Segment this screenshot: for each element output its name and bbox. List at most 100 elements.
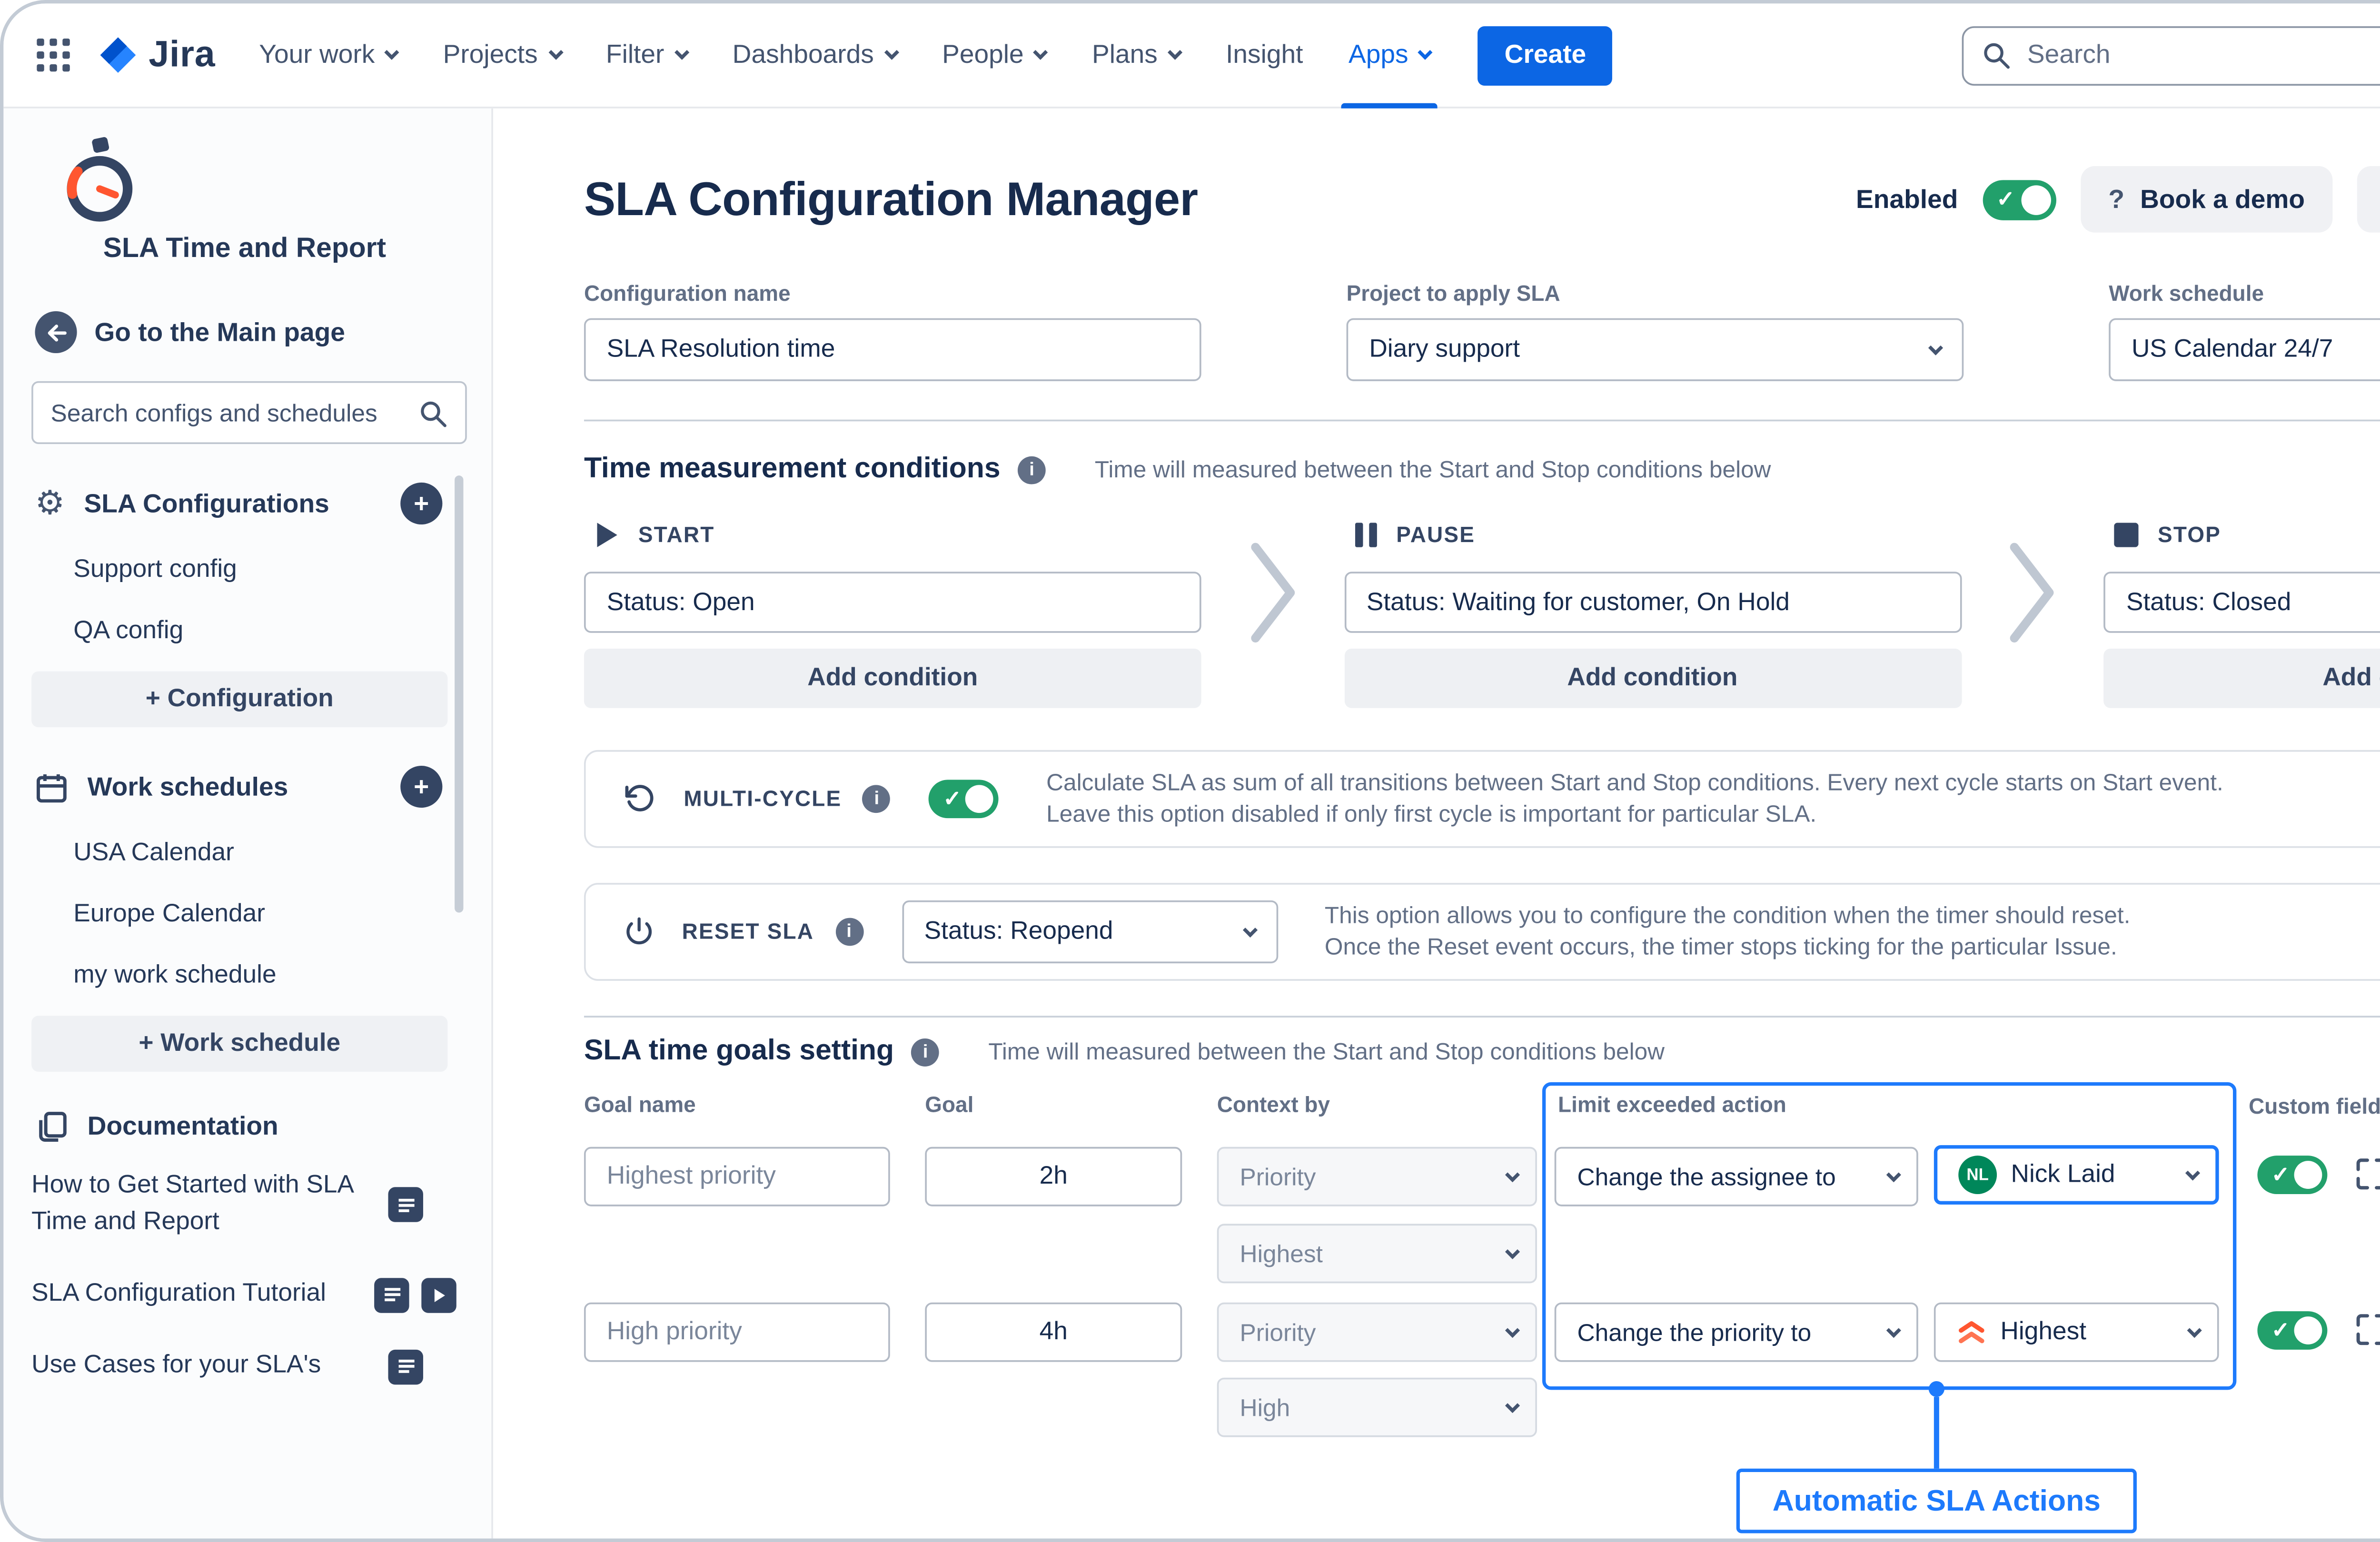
stop-add-condition-button[interactable]: Add condition — [2103, 649, 2380, 708]
context-value-select[interactable]: High — [1217, 1378, 1537, 1437]
create-button[interactable]: Create — [1478, 25, 1613, 85]
stop-condition-value[interactable]: Status: Closed — [2103, 572, 2380, 633]
limit-action-select[interactable]: Change the priority to — [1555, 1303, 1918, 1362]
chevron-down-icon — [2187, 1322, 2202, 1337]
multi-cycle-toggle[interactable]: ✓ — [929, 780, 999, 818]
assignee-value-select[interactable]: NL Nick Laid — [1934, 1145, 2219, 1205]
app-window: Jira Your work Projects Filter Dashboard… — [0, 0, 2380, 1542]
app-logo: SLA Time and Report — [31, 137, 467, 284]
work-schedule-select[interactable]: US Calendar 24/7 — [2109, 318, 2380, 381]
info-icon[interactable]: i — [863, 785, 891, 813]
nav-item-dashboards[interactable]: Dashboards — [710, 3, 919, 108]
app-switcher-icon[interactable] — [35, 37, 71, 73]
reset-condition-select[interactable]: Status: Reopend — [902, 900, 1278, 963]
info-icon[interactable]: i — [912, 1038, 940, 1066]
goals-helper: Time will measured between the Start and… — [988, 1038, 1665, 1065]
goal-name-input[interactable] — [584, 1303, 890, 1362]
setup-wizard-button[interactable]: Setup Wizard — [2357, 166, 2380, 233]
info-icon[interactable]: i — [835, 918, 863, 946]
jira-logo-text: Jira — [149, 34, 215, 76]
nav-item-people[interactable]: People — [919, 3, 1069, 108]
context-value-select[interactable]: Highest — [1217, 1224, 1537, 1283]
context-by-select[interactable]: Priority — [1217, 1147, 1537, 1206]
goal-input[interactable] — [925, 1147, 1182, 1206]
chevron-down-icon — [1242, 922, 1257, 937]
config-item-qa[interactable]: QA config — [31, 600, 467, 661]
configuration-add-pill-button[interactable]: + Configuration — [31, 672, 447, 728]
limit-action-header: Limit exceeded action — [1558, 1093, 1786, 1117]
time-conditions-columns: START Status: Open Add condition PAUSE — [584, 517, 2380, 708]
gear-icon: ⚙ — [35, 487, 65, 520]
jira-topbar: Jira Your work Projects Filter Dashboard… — [3, 3, 2380, 108]
nav-item-insight[interactable]: Insight — [1203, 3, 1326, 108]
nav-item-projects[interactable]: Projects — [420, 3, 583, 108]
doc-item-get-started[interactable]: How to Get Started with SLA Time and Rep… — [31, 1150, 467, 1259]
sla-configurations-header: ⚙ SLA Configurations + — [31, 483, 467, 524]
context-by-select[interactable]: Priority — [1217, 1303, 1537, 1362]
chevron-down-icon — [548, 45, 563, 60]
sidebar-scrollbar[interactable] — [455, 475, 463, 912]
chevron-down-icon — [884, 45, 899, 60]
chevron-down-icon — [1886, 1166, 1901, 1181]
custom-field-toggle[interactable]: ✓ — [2257, 1156, 2327, 1194]
expand-button[interactable] — [2353, 1311, 2380, 1348]
pause-icon — [1354, 521, 1377, 549]
goal-name-input[interactable] — [584, 1147, 890, 1206]
search-input[interactable] — [2027, 40, 2380, 69]
topbar-right: 9+ ? ⚙ — [1963, 25, 2380, 85]
automatic-sla-actions-callout: Automatic SLA Actions — [1736, 1469, 2137, 1533]
expand-button[interactable] — [2353, 1156, 2380, 1192]
fullscreen-icon — [2353, 1311, 2380, 1348]
schedule-item-europe[interactable]: Europe Calendar — [31, 883, 467, 944]
info-icon[interactable]: i — [1018, 455, 1046, 484]
multi-cycle-row: MULTI-CYCLE i ✓ Calculate SLA as sum of … — [584, 750, 2380, 848]
enabled-toggle[interactable]: ✓ — [1983, 179, 2056, 219]
main-content: SLA Configuration Manager Enabled ✓ ? Bo… — [493, 109, 2380, 1539]
flow-gap — [1961, 517, 2103, 708]
pause-add-condition-button[interactable]: Add condition — [1344, 649, 1961, 708]
chevron-down-icon — [1505, 1244, 1520, 1258]
add-schedule-button[interactable]: + — [400, 766, 442, 808]
project-select[interactable]: Diary support — [1347, 318, 1964, 381]
primary-nav: Your work Projects Filter Dashboards Peo… — [237, 3, 1454, 108]
article-badge-icon — [374, 1277, 409, 1312]
divider — [584, 1016, 2380, 1018]
add-configuration-button[interactable]: + — [400, 483, 442, 524]
documentation-header: Documentation — [31, 1110, 467, 1144]
sidebar-search-input[interactable] — [51, 399, 404, 427]
priority-value-select[interactable]: Highest — [1934, 1303, 2219, 1362]
stopwatch-logo-icon — [56, 137, 144, 240]
stop-column: STOP Status: Closed Add condition — [2103, 517, 2380, 708]
jira-logo[interactable]: Jira — [96, 33, 215, 77]
pause-condition-value[interactable]: Status: Waiting for customer, On Hold — [1344, 572, 1961, 633]
nav-item-filter[interactable]: Filter — [583, 3, 710, 108]
configuration-name-input[interactable] — [584, 318, 1201, 381]
time-conditions-title-row: Time measurement conditions i Time will … — [584, 453, 2380, 486]
nav-item-apps[interactable]: Apps — [1326, 3, 1454, 108]
chevron-down-icon — [1505, 1166, 1520, 1181]
goals-title: SLA time goals setting — [584, 1035, 894, 1068]
schedule-add-pill-button[interactable]: + Work schedule — [31, 1016, 447, 1072]
doc-item-use-cases[interactable]: Use Cases for your SLA's — [31, 1331, 467, 1403]
app-body: SLA Time and Report Go to the Main page … — [3, 109, 2380, 1539]
chevron-right-separator-icon — [2010, 542, 2055, 643]
limit-action-select[interactable]: Change the assignee to — [1555, 1147, 1918, 1206]
config-form: Configuration name Project to apply SLA … — [584, 281, 2380, 381]
schedules-list: USA Calendar Europe Calendar my work sch… — [31, 822, 467, 1006]
schedule-item-usa[interactable]: USA Calendar — [31, 822, 467, 883]
schedule-item-my[interactable]: my work schedule — [31, 944, 467, 1006]
custom-field-header: Custom field i — [2249, 1093, 2380, 1119]
app-title: SLA Time and Report — [103, 234, 386, 266]
goal-input[interactable] — [925, 1303, 1182, 1362]
configurations-list: Support config QA config — [31, 538, 467, 661]
question-icon: ? — [2108, 185, 2124, 214]
nav-item-your-work[interactable]: Your work — [237, 3, 420, 108]
custom-field-toggle[interactable]: ✓ — [2257, 1311, 2327, 1350]
start-add-condition-button[interactable]: Add condition — [584, 649, 1201, 708]
config-item-support[interactable]: Support config — [31, 538, 467, 600]
doc-item-tutorial[interactable]: SLA Configuration Tutorial — [31, 1259, 467, 1331]
start-condition-value[interactable]: Status: Open — [584, 572, 1201, 633]
book-demo-button[interactable]: ? Book a demo — [2081, 166, 2333, 233]
back-to-main-link[interactable]: Go to the Main page — [35, 311, 466, 353]
nav-item-plans[interactable]: Plans — [1069, 3, 1203, 108]
